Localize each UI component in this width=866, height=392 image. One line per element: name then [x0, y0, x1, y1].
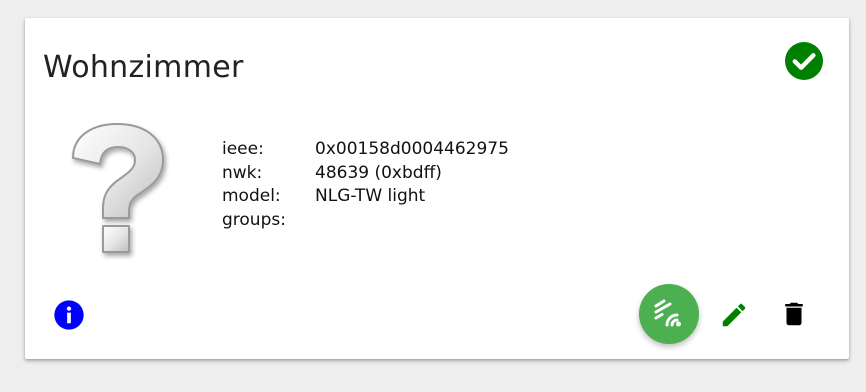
info-key: groups:	[222, 209, 286, 230]
info-row-ieee: ieee: 0x00158d0004462975	[222, 138, 509, 162]
info-row-model: model: NLG-TW light	[222, 185, 509, 209]
delete-button[interactable]	[777, 297, 811, 331]
info-icon[interactable]	[53, 299, 85, 331]
info-value: NLG-TW light	[315, 186, 426, 206]
pencil-icon	[722, 303, 746, 327]
signal-button[interactable]	[639, 284, 699, 344]
check-circle-icon	[785, 42, 823, 80]
question-mark-icon	[71, 122, 165, 253]
info-key: model:	[222, 186, 281, 206]
device-card: Wohnzimmer ieee: 0x00158d0004462975 nwk:	[25, 18, 849, 359]
info-key: nwk:	[222, 162, 263, 183]
info-row-nwk: nwk: 48639 (0xbdff)	[222, 162, 509, 186]
info-key: ieee:	[222, 139, 264, 159]
signal-icon	[654, 299, 681, 327]
device-title: Wohnzimmer	[43, 50, 244, 85]
edit-button[interactable]	[717, 298, 751, 332]
device-info-table: ieee: 0x00158d0004462975 nwk: 48639 (0xb…	[222, 138, 509, 232]
info-row-groups: groups:	[222, 209, 509, 233]
trash-icon	[785, 302, 803, 326]
info-value: 0x00158d0004462975	[315, 139, 509, 159]
info-value: 48639 (0xbdff)	[315, 162, 442, 183]
